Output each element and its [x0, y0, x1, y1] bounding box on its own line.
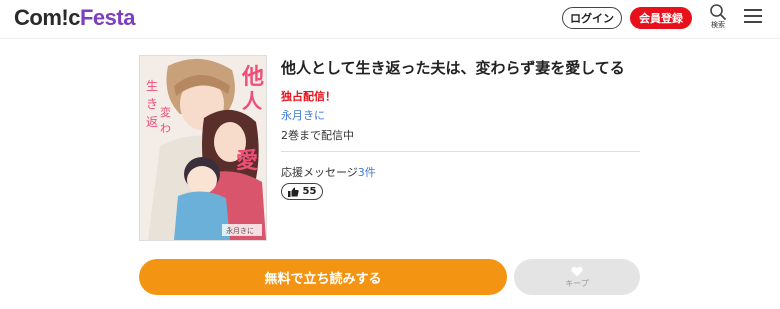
- keep-label: キープ: [565, 278, 589, 288]
- support-messages: 応援メッセージ3件: [281, 164, 376, 180]
- divider: [281, 151, 640, 152]
- release-status: 2巻まで配信中: [281, 129, 354, 142]
- search-icon: [710, 4, 726, 20]
- book-cover[interactable]: 他 人 生 き 返 変 わ 愛 永月きに: [139, 55, 267, 241]
- register-button[interactable]: 会員登録: [630, 7, 692, 29]
- support-count-link[interactable]: 3件: [358, 166, 376, 179]
- heart-icon: [571, 266, 583, 276]
- svg-text:愛: 愛: [236, 148, 258, 174]
- exclusive-badge: 独占配信！: [281, 90, 336, 103]
- like-count: 55: [302, 186, 317, 197]
- keep-button[interactable]: キープ: [514, 259, 640, 295]
- hamburger-menu-icon[interactable]: [744, 9, 762, 25]
- logo-part-comic: Com!c: [14, 5, 80, 30]
- free-read-button[interactable]: 無料で立ち読みする: [139, 259, 507, 295]
- site-logo[interactable]: Com!cFesta: [14, 6, 135, 30]
- search-button[interactable]: 検索: [706, 3, 730, 33]
- svg-text:わ: わ: [160, 122, 171, 135]
- svg-text:返: 返: [146, 115, 158, 129]
- logo-part-festa: Festa: [79, 5, 135, 30]
- author-link[interactable]: 永月きに: [281, 107, 325, 123]
- svg-text:人: 人: [242, 89, 263, 113]
- cover-title-glyph: 他: [241, 64, 264, 90]
- site-header: Com!cFesta ログイン 会員登録 検索: [0, 0, 780, 39]
- svg-text:き: き: [146, 97, 158, 111]
- svg-text:生: 生: [146, 79, 158, 93]
- login-button[interactable]: ログイン: [562, 7, 622, 29]
- thumbs-up-icon: [287, 187, 299, 197]
- cover-author: 永月きに: [226, 226, 254, 235]
- cover-illustration: 他 人 生 き 返 変 わ 愛 永月きに: [140, 56, 266, 240]
- book-title: 他人として生き返った夫は、変わらず妻を愛してる: [281, 59, 625, 77]
- svg-text:変: 変: [160, 105, 171, 119]
- like-button[interactable]: 55: [281, 183, 323, 200]
- search-label: 検索: [711, 21, 725, 29]
- support-label: 応援メッセージ: [281, 166, 358, 179]
